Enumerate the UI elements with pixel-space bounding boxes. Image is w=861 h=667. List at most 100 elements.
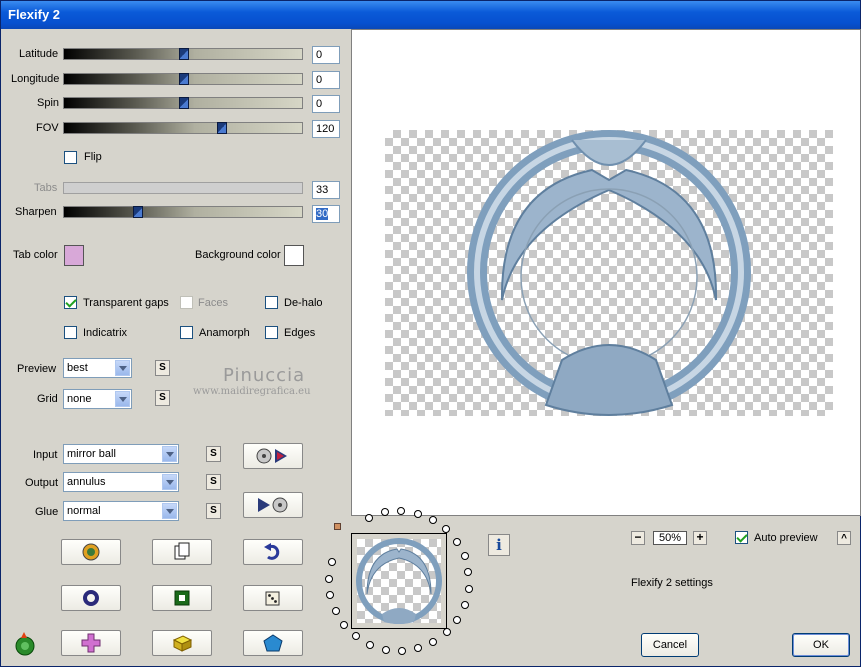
square-frame-button[interactable] <box>152 585 212 611</box>
undo-button[interactable] <box>243 539 303 565</box>
zoom-out-button[interactable]: − <box>631 531 645 545</box>
longitude-slider[interactable] <box>63 73 303 85</box>
faces-checkbox[interactable] <box>180 296 193 309</box>
sharpen-input[interactable]: 30 <box>312 205 340 223</box>
input-to-output-button[interactable] <box>243 443 303 469</box>
rotation-dial-dot[interactable] <box>460 552 469 561</box>
settings-label: Flexify 2 settings <box>631 577 713 589</box>
rotation-dial-dot[interactable] <box>464 568 473 577</box>
rotation-dial-dot[interactable] <box>464 584 473 593</box>
chevron-down-icon[interactable] <box>162 446 177 462</box>
de-halo-checkbox[interactable] <box>265 296 278 309</box>
chevron-down-icon[interactable] <box>115 360 130 376</box>
rotation-dial-dot[interactable] <box>365 513 374 522</box>
pentagon-button[interactable] <box>243 630 303 656</box>
circle-frame-button[interactable] <box>61 585 121 611</box>
sharpen-thumb[interactable] <box>133 206 144 218</box>
indicatrix-checkbox[interactable] <box>64 326 77 339</box>
sharpen-slider[interactable] <box>63 206 303 218</box>
randomize-button[interactable] <box>243 585 303 611</box>
anamorph-checkbox[interactable] <box>180 326 193 339</box>
longitude-thumb[interactable] <box>179 73 189 85</box>
orientation-handle[interactable] <box>334 523 341 530</box>
longitude-label: Longitude <box>11 73 60 85</box>
watermark-name: Pinuccia <box>223 365 306 386</box>
info-button[interactable]: i <box>488 534 510 556</box>
grid-select[interactable]: none <box>63 389 132 409</box>
chevron-down-icon[interactable] <box>115 391 130 407</box>
presets-button[interactable] <box>61 539 121 565</box>
longitude-input[interactable]: 0 <box>312 71 340 89</box>
pentagon-icon <box>263 634 283 652</box>
title-bar[interactable]: Flexify 2 <box>1 1 860 29</box>
tab-color-swatch[interactable] <box>64 245 84 266</box>
glue-select-label: Glue <box>35 506 59 518</box>
rotation-dial-dot[interactable] <box>325 574 334 583</box>
fov-thumb[interactable] <box>217 122 228 134</box>
preview-s-button[interactable]: S <box>155 360 170 376</box>
rotation-dial-dot[interactable] <box>413 509 422 518</box>
square-frame-icon <box>174 590 190 606</box>
fov-input[interactable]: 120 <box>312 120 340 138</box>
cancel-button[interactable]: Cancel <box>641 633 699 657</box>
rotation-dial-dot[interactable] <box>460 600 469 609</box>
tabs-slider[interactable] <box>63 182 303 194</box>
chevron-down-icon[interactable] <box>162 503 177 519</box>
spin-label: Spin <box>37 97 60 109</box>
chevron-down-icon[interactable] <box>162 474 177 490</box>
input-s-button[interactable]: S <box>206 446 221 462</box>
cube-button[interactable] <box>152 630 212 656</box>
rotation-dial-dot[interactable] <box>453 615 462 624</box>
rotation-dial-dot[interactable] <box>442 628 451 637</box>
copy-icon <box>174 542 190 560</box>
thumbnail-preview[interactable] <box>351 533 447 629</box>
rotation-dial-dot[interactable] <box>340 620 349 629</box>
spin-thumb[interactable] <box>179 97 189 109</box>
info-icon: i <box>496 536 502 554</box>
rotation-dial-dot[interactable] <box>453 537 462 546</box>
glue-select[interactable]: normal <box>63 501 179 521</box>
rotation-dial-dot[interactable] <box>442 525 451 534</box>
latitude-input[interactable]: 0 <box>312 46 340 64</box>
spin-input[interactable]: 0 <box>312 95 340 113</box>
background-color-swatch[interactable] <box>284 245 304 266</box>
grid-s-button[interactable]: S <box>155 390 170 406</box>
latitude-slider[interactable] <box>63 48 303 60</box>
output-to-input-button[interactable] <box>243 492 303 518</box>
rotation-dial-dot[interactable] <box>331 606 340 615</box>
rotation-dial-dot[interactable] <box>327 558 336 567</box>
spin-slider[interactable] <box>63 97 303 109</box>
cross-shape-button[interactable] <box>61 630 121 656</box>
flip-checkbox[interactable] <box>64 151 77 164</box>
rotation-dial-dot[interactable] <box>429 637 438 646</box>
input-select[interactable]: mirror ball <box>63 444 179 464</box>
tabs-input[interactable]: 33 <box>312 181 340 199</box>
edges-checkbox[interactable] <box>265 326 278 339</box>
output-s-button[interactable]: S <box>206 474 221 490</box>
copy-button[interactable] <box>152 539 212 565</box>
preview-canvas[interactable] <box>351 29 861 516</box>
output-select[interactable]: annulus <box>63 472 179 492</box>
preview-select[interactable]: best <box>63 358 132 378</box>
rotation-dial-dot[interactable] <box>398 646 407 655</box>
auto-preview-checkbox[interactable] <box>735 531 748 544</box>
window-title: Flexify 2 <box>8 7 61 22</box>
presets-icon <box>82 543 100 561</box>
rotation-dial-dot[interactable] <box>351 632 360 641</box>
latitude-thumb[interactable] <box>179 48 189 60</box>
ok-button[interactable]: OK <box>792 633 850 657</box>
rotation-dial-dot[interactable] <box>414 644 423 653</box>
zoom-in-button[interactable]: + <box>693 531 707 545</box>
rotation-dial-dot[interactable] <box>428 515 437 524</box>
rotation-dial-dot[interactable] <box>326 590 335 599</box>
rotation-dial-dot[interactable] <box>365 640 374 649</box>
collapse-button[interactable]: ^ <box>837 531 851 545</box>
glue-s-button[interactable]: S <box>206 503 221 519</box>
cross-icon <box>81 633 101 653</box>
background-color-label: Background color <box>195 249 281 261</box>
cube-icon <box>172 635 193 652</box>
annulus-preview-image <box>467 130 751 416</box>
rotation-dial-dot[interactable] <box>381 645 390 654</box>
fov-slider[interactable] <box>63 122 303 134</box>
transparent-gaps-checkbox[interactable] <box>64 296 77 309</box>
